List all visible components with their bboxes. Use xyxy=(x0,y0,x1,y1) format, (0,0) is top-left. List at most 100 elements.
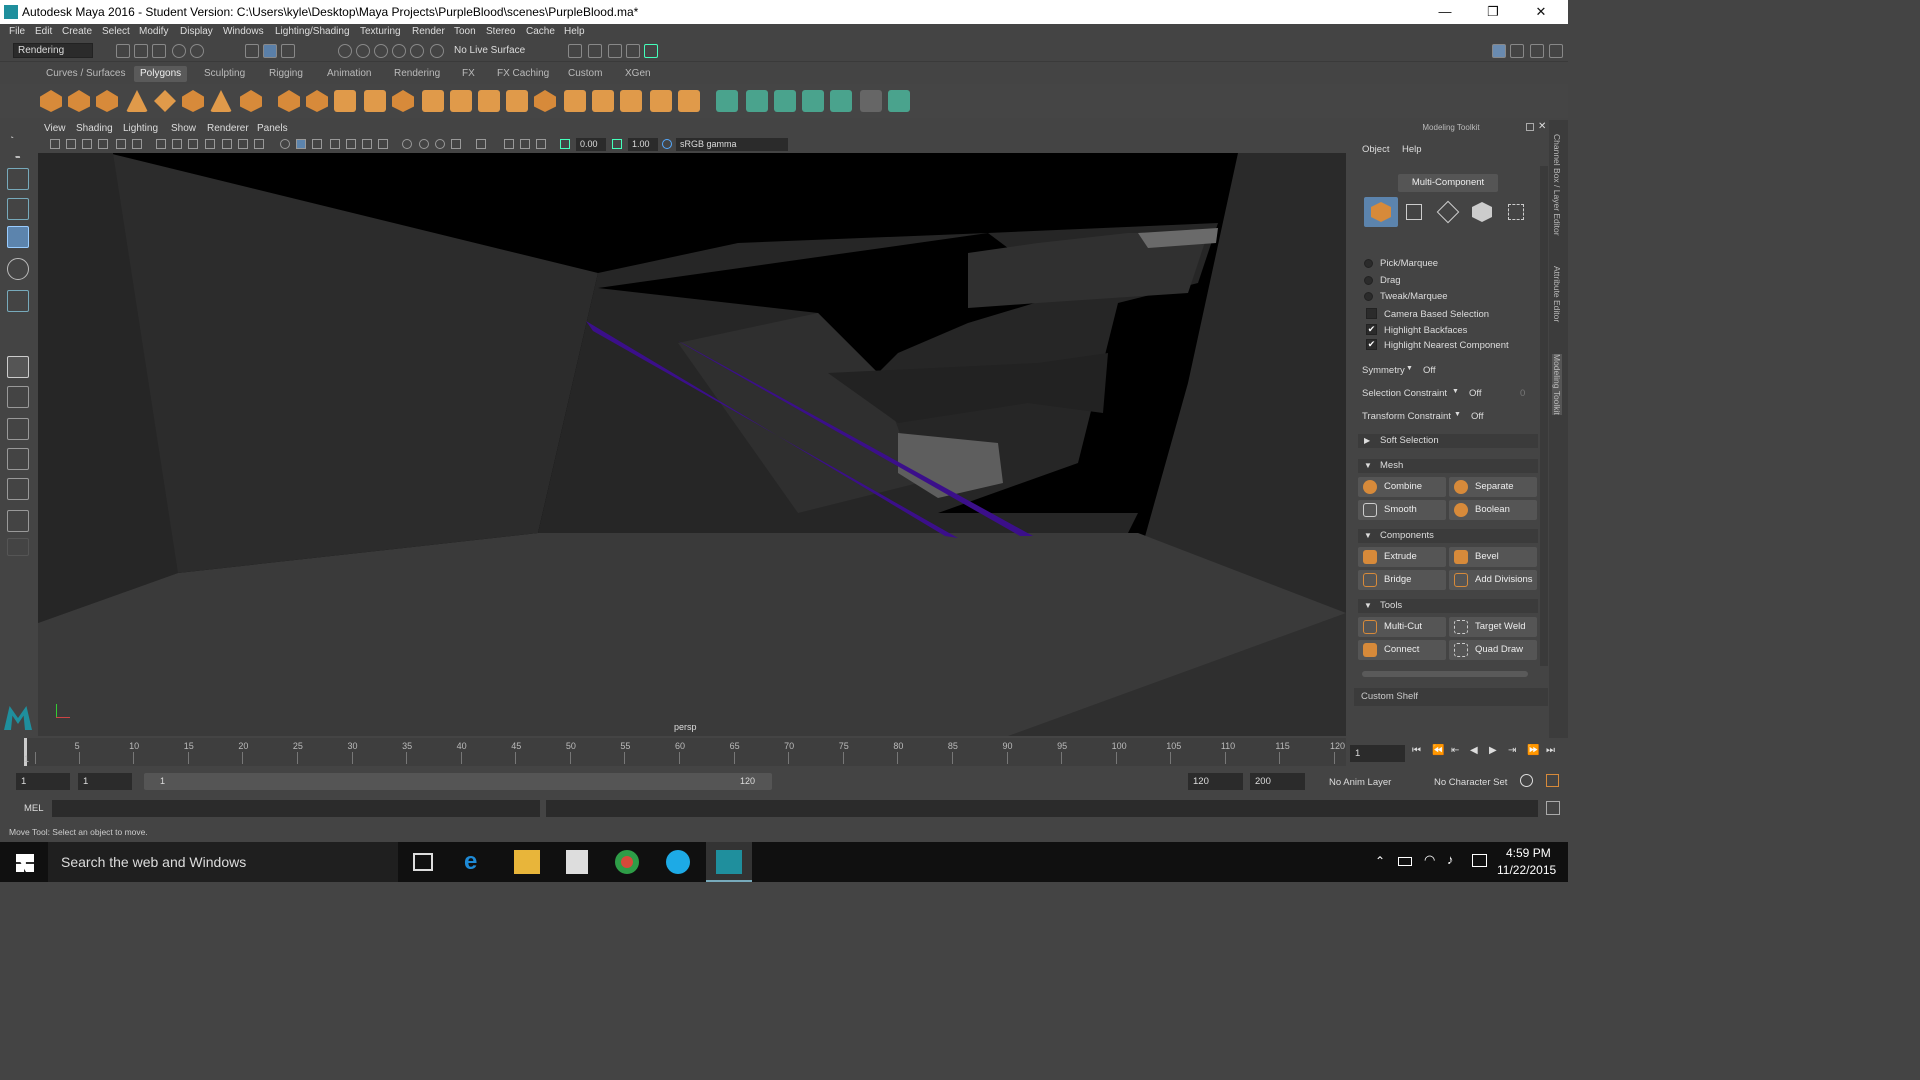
mesh-section-header[interactable]: ▼ Mesh xyxy=(1358,459,1538,473)
shelf-tab-rendering[interactable]: Rendering xyxy=(388,66,446,82)
select-tool-icon[interactable] xyxy=(11,136,27,158)
four-view-layout-icon[interactable] xyxy=(7,386,29,408)
add-divisions-button[interactable]: Add Divisions xyxy=(1449,570,1537,590)
transform-constraint-value[interactable]: Off xyxy=(1471,411,1484,422)
go-to-end-icon[interactable]: ⏭ xyxy=(1546,745,1555,756)
snap-grid-icon[interactable] xyxy=(338,44,352,58)
object-mode-button[interactable] xyxy=(1364,197,1398,227)
task-view-icon[interactable] xyxy=(413,853,433,871)
character-set-dropdown[interactable]: No Character Set xyxy=(1434,777,1507,788)
automatic-map-icon[interactable] xyxy=(802,90,824,112)
menu-file[interactable]: File xyxy=(9,26,25,37)
planar-map-icon[interactable] xyxy=(716,90,738,112)
side-tab-modeling-toolkit[interactable]: Modeling Toolkit xyxy=(1552,354,1562,415)
edge-browser-icon[interactable]: e xyxy=(464,850,490,874)
selection-constraint-arrow-icon[interactable]: ▼ xyxy=(1452,388,1459,395)
smooth-shade-icon[interactable] xyxy=(296,139,306,149)
shelf-tab-rigging[interactable]: Rigging xyxy=(263,66,309,82)
smooth-button[interactable]: Smooth xyxy=(1358,500,1446,520)
smooth-icon[interactable] xyxy=(364,90,386,112)
file-explorer-icon[interactable] xyxy=(514,850,540,874)
animation-end-field[interactable]: 200 xyxy=(1250,773,1305,790)
transform-constraint-arrow-icon[interactable]: ▼ xyxy=(1454,411,1461,418)
play-backwards-icon[interactable]: ◀ xyxy=(1470,745,1478,756)
poly-prism-icon[interactable] xyxy=(210,90,232,112)
anti-aliasing-icon[interactable] xyxy=(435,139,445,149)
bevel-icon[interactable] xyxy=(534,90,556,112)
playback-start-field[interactable]: 1 xyxy=(78,773,132,790)
pick-marquee-radio[interactable] xyxy=(1364,259,1373,268)
wifi-icon[interactable]: ◠ xyxy=(1424,852,1435,868)
tool-settings-toggle-icon[interactable] xyxy=(1530,44,1544,58)
shelf-tab-fx[interactable]: FX xyxy=(456,66,481,82)
cylindrical-map-icon[interactable] xyxy=(746,90,768,112)
use-all-lights-icon[interactable] xyxy=(362,139,372,149)
menu-windows[interactable]: Windows xyxy=(223,26,264,37)
save-scene-icon[interactable] xyxy=(152,44,166,58)
select-component-icon[interactable] xyxy=(281,44,295,58)
color-space-dropdown[interactable]: sRGB gamma xyxy=(676,138,788,151)
shadows-icon[interactable] xyxy=(378,139,388,149)
shelf-tab-fx-caching[interactable]: FX Caching xyxy=(491,66,555,82)
tweak-marquee-radio[interactable] xyxy=(1364,292,1373,301)
image-plane-icon[interactable] xyxy=(98,139,108,149)
bridge-button[interactable]: Bridge xyxy=(1358,570,1446,590)
search-box[interactable]: Search the web and Windows xyxy=(48,842,398,882)
select-hierarchy-icon[interactable] xyxy=(245,44,259,58)
persp-outliner-layout-icon[interactable] xyxy=(7,418,29,440)
isolate-select-icon[interactable] xyxy=(476,139,486,149)
step-back-frame-icon[interactable]: ⇤ xyxy=(1451,745,1459,756)
shelf-tab-polygons[interactable]: Polygons xyxy=(134,66,188,82)
paint-select-tool-icon[interactable] xyxy=(7,198,29,220)
gamma-icon[interactable] xyxy=(612,139,622,149)
multi-component-button[interactable]: Multi-Component xyxy=(1398,174,1498,192)
connect-icon[interactable] xyxy=(592,90,614,112)
combine-icon[interactable] xyxy=(278,90,300,112)
target-weld-icon[interactable] xyxy=(564,90,586,112)
target-weld-button[interactable]: Target Weld xyxy=(1449,617,1537,637)
clock-time[interactable]: 4:59 PM xyxy=(1506,846,1551,860)
safe-title-icon[interactable] xyxy=(254,139,264,149)
vp-menu-renderer[interactable]: Renderer xyxy=(207,123,249,134)
extrude-icon[interactable] xyxy=(478,90,500,112)
persp-hypershade-layout-icon[interactable] xyxy=(7,478,29,500)
menu-select[interactable]: Select xyxy=(102,26,130,37)
animation-start-field[interactable]: 1 xyxy=(16,773,70,790)
separate-button[interactable]: Separate xyxy=(1449,477,1537,497)
snap-surface-icon[interactable] xyxy=(410,44,424,58)
components-section-header[interactable]: ▼ Components xyxy=(1358,529,1538,543)
hypershade-icon[interactable] xyxy=(644,44,658,58)
safe-action-icon[interactable] xyxy=(238,139,248,149)
move-tool-icon[interactable] xyxy=(7,226,29,248)
selection-constraint-label[interactable]: Selection Constraint xyxy=(1362,388,1447,399)
lasso-tool-icon[interactable] xyxy=(7,168,29,190)
poly-cube-icon[interactable] xyxy=(68,90,90,112)
connect-button[interactable]: Connect xyxy=(1358,640,1446,660)
boolean-button[interactable]: Boolean xyxy=(1449,500,1537,520)
poly-plane-icon[interactable] xyxy=(154,90,176,112)
vertical-scrollbar[interactable] xyxy=(1540,166,1548,666)
persp-viewport[interactable]: persp xyxy=(38,153,1346,736)
color-management-icon[interactable] xyxy=(662,139,672,149)
render-view-icon[interactable] xyxy=(568,44,582,58)
bevel-button[interactable]: Bevel xyxy=(1449,547,1537,567)
default-material-icon[interactable] xyxy=(312,139,322,149)
undo-icon[interactable] xyxy=(172,44,186,58)
play-forwards-icon[interactable]: ▶ xyxy=(1489,745,1497,756)
script-editor-icon[interactable] xyxy=(1546,801,1560,815)
screen-space-ao-icon[interactable] xyxy=(402,139,412,149)
command-input[interactable] xyxy=(52,800,540,817)
vp-menu-panels[interactable]: Panels xyxy=(257,123,288,134)
edge-mode-icon[interactable] xyxy=(1436,200,1460,224)
spherical-map-icon[interactable] xyxy=(774,90,796,112)
store-icon[interactable] xyxy=(566,850,588,874)
grid-icon[interactable] xyxy=(156,139,166,149)
rotate-tool-icon[interactable] xyxy=(7,258,29,280)
edge-loop-icon[interactable] xyxy=(650,90,672,112)
wireframe-icon[interactable] xyxy=(280,139,290,149)
symmetry-value[interactable]: Off xyxy=(1423,365,1436,376)
bridge-icon[interactable] xyxy=(506,90,528,112)
animation-preferences-icon[interactable] xyxy=(1546,774,1559,787)
show-hidden-icons-icon[interactable]: ⌃ xyxy=(1375,854,1385,868)
drag-radio[interactable] xyxy=(1364,276,1373,285)
